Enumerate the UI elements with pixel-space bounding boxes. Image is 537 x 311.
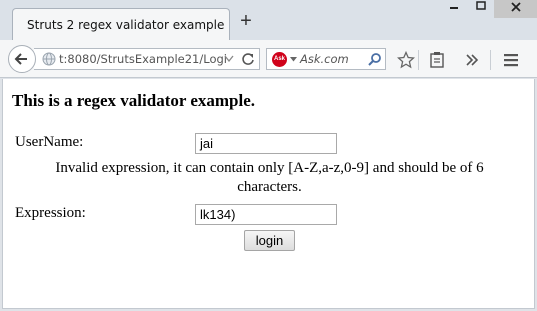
back-button[interactable] — [8, 45, 36, 73]
reading-list-icon[interactable] — [428, 51, 446, 69]
hamburger-menu-icon[interactable] — [502, 51, 520, 69]
page-viewport: This is a regex validator example. UserN… — [2, 79, 535, 309]
bookmark-star-icon[interactable] — [397, 51, 415, 69]
address-bar[interactable]: t:8080/StrutsExample21/Login — [34, 48, 260, 70]
new-tab-button[interactable]: + — [236, 11, 256, 32]
back-arrow-icon — [14, 53, 27, 65]
search-engine-dropdown-icon[interactable] — [290, 57, 297, 62]
search-icon[interactable] — [367, 52, 382, 67]
maximize-button[interactable] — [467, 0, 494, 18]
username-label: UserName: — [15, 134, 84, 150]
browser-titlebar: Struts 2 regex validator example + — [0, 0, 537, 40]
navigation-toolbar: t:8080/StrutsExample21/Login Ask Ask.com — [0, 40, 537, 78]
tab-title: Struts 2 regex validator example — [27, 18, 225, 32]
dropdown-arrow-icon[interactable] — [224, 55, 234, 62]
maximize-icon — [475, 1, 486, 10]
search-bar[interactable]: Ask Ask.com — [266, 48, 386, 70]
close-window-button[interactable] — [494, 0, 537, 18]
minimize-icon — [449, 7, 458, 9]
overflow-chevron-icon[interactable] — [463, 51, 481, 69]
reload-icon[interactable] — [241, 52, 255, 66]
search-placeholder: Ask.com — [300, 52, 349, 66]
expression-input[interactable]: lk134) — [195, 204, 337, 225]
close-icon — [510, 2, 521, 12]
validation-error-message: Invalid expression, it can contain only … — [55, 160, 484, 195]
url-text: t:8080/StrutsExample21/Login — [59, 52, 227, 66]
ask-logo-icon[interactable]: Ask — [272, 52, 287, 67]
username-input[interactable]: jai — [195, 133, 337, 154]
page-heading: This is a regex validator example. — [12, 91, 256, 110]
toolbar-separator — [418, 50, 419, 70]
browser-tab[interactable]: Struts 2 regex validator example — [12, 8, 230, 40]
minimize-button[interactable] — [440, 0, 467, 18]
toolbar-separator — [490, 50, 491, 70]
login-button[interactable]: login — [244, 230, 295, 251]
expression-label: Expression: — [15, 205, 86, 221]
globe-icon — [42, 52, 56, 66]
